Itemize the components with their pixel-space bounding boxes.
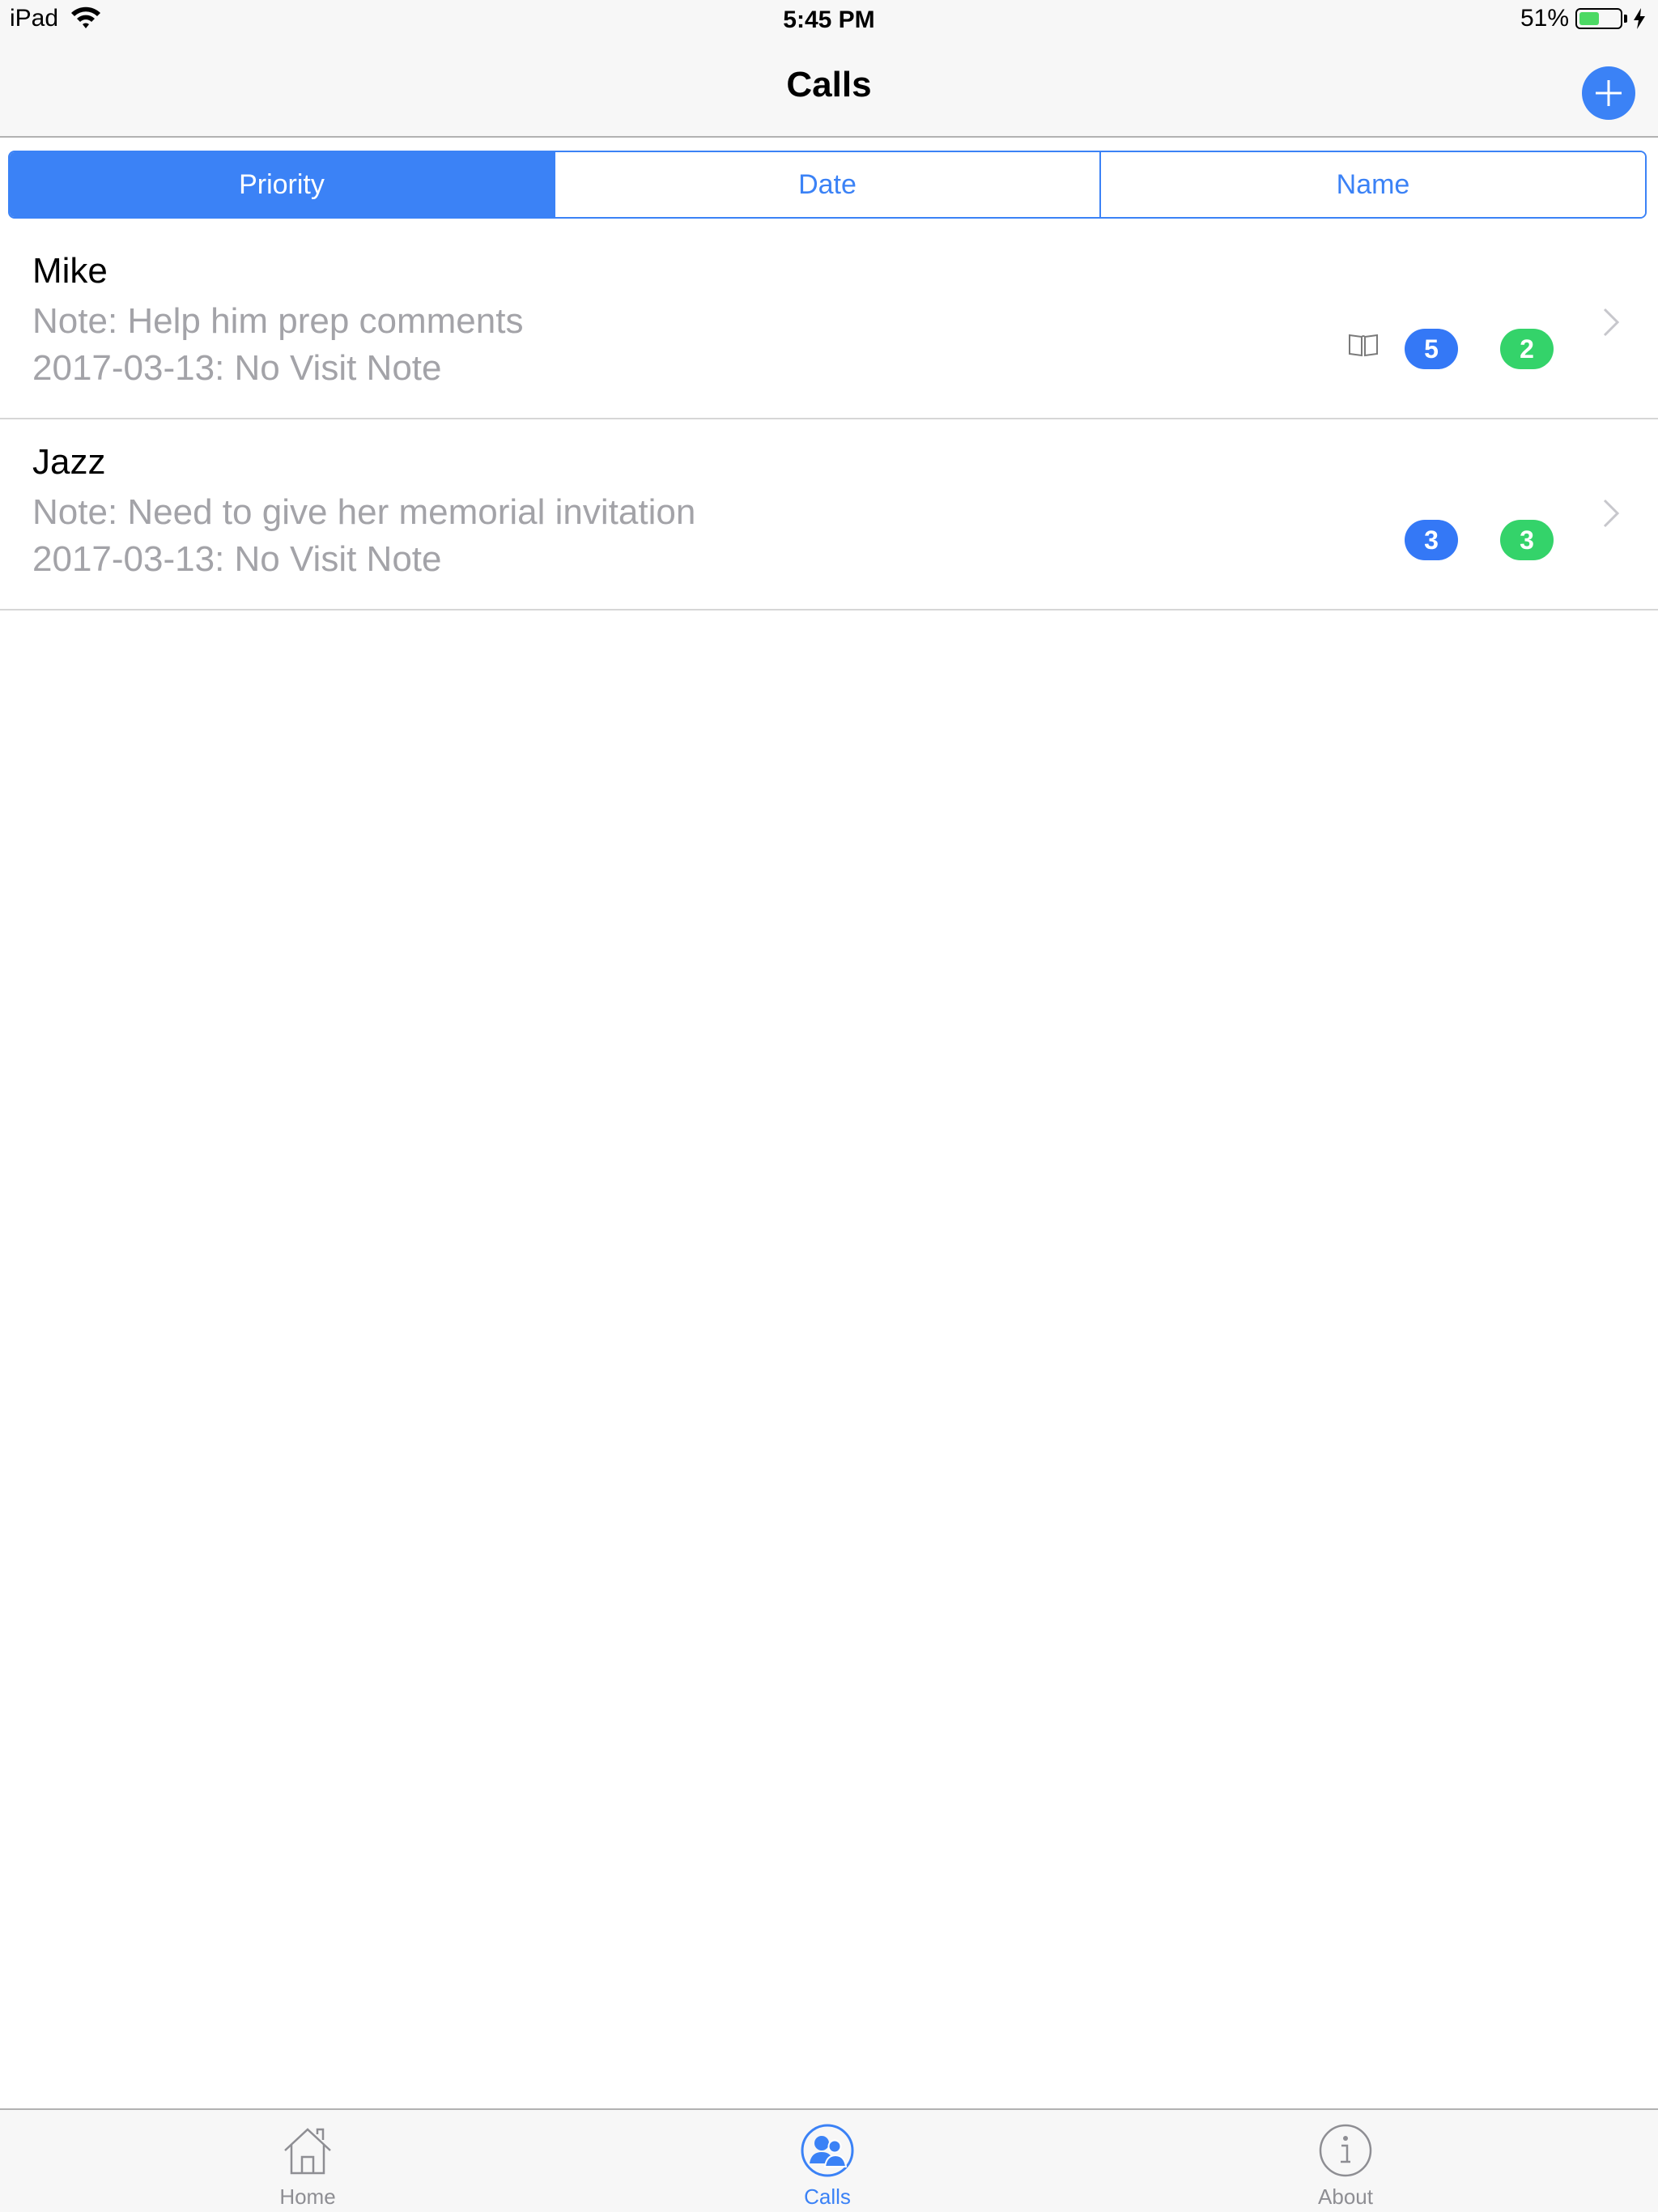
nav-bar: Calls	[0, 45, 1658, 138]
battery-percent: 51%	[1520, 5, 1569, 32]
add-call-button[interactable]	[1582, 66, 1635, 120]
tab-about[interactable]: About	[1265, 2110, 1426, 2212]
tab-home-label: Home	[279, 2184, 336, 2209]
chevron-right-icon	[1603, 308, 1620, 337]
call-name: Mike	[32, 251, 108, 291]
status-time: 5:45 PM	[783, 6, 875, 33]
status-right: 51%	[1520, 5, 1647, 32]
segment-name[interactable]: Name	[1101, 152, 1645, 217]
info-icon	[1319, 2124, 1372, 2177]
battery-tip	[1624, 15, 1627, 23]
call-last-visit: 2017-03-13: No Visit Note	[32, 348, 442, 388]
home-icon	[284, 2128, 331, 2175]
tab-calls[interactable]: Calls	[746, 2110, 908, 2212]
page-title: Calls	[786, 65, 872, 104]
call-note: Note: Help him prep comments	[32, 301, 524, 341]
tab-bar: Home Calls About	[0, 2108, 1658, 2212]
call-name: Jazz	[32, 442, 106, 482]
plus-icon	[1596, 80, 1622, 106]
book-icon	[1349, 334, 1378, 357]
call-row[interactable]: Mike Note: Help him prep comments 2017-0…	[0, 228, 1658, 419]
battery-icon	[1575, 8, 1622, 29]
segment-priority[interactable]: Priority	[10, 152, 555, 217]
call-note: Note: Need to give her memorial invitati…	[32, 492, 696, 532]
tab-home[interactable]: Home	[227, 2110, 389, 2212]
status-bar: iPad 5:45 PM 51%	[0, 0, 1658, 45]
green-count-badge: 2	[1500, 329, 1554, 369]
blue-count-badge: 3	[1405, 520, 1458, 560]
people-icon	[801, 2124, 854, 2177]
bolt-icon	[1634, 8, 1645, 29]
segment-date[interactable]: Date	[555, 152, 1101, 217]
blue-count-badge: 5	[1405, 329, 1458, 369]
call-last-visit: 2017-03-13: No Visit Note	[32, 539, 442, 579]
chevron-right-icon	[1603, 499, 1620, 528]
tab-calls-label: Calls	[804, 2184, 851, 2209]
battery-fill	[1579, 12, 1599, 25]
calls-list: Mike Note: Help him prep comments 2017-0…	[0, 228, 1658, 610]
screen: iPad 5:45 PM 51% Calls Priority Date Nam…	[0, 0, 1658, 2212]
call-row[interactable]: Jazz Note: Need to give her memorial inv…	[0, 419, 1658, 610]
tab-about-label: About	[1318, 2184, 1373, 2209]
green-count-badge: 3	[1500, 520, 1554, 560]
sort-segmented-control: Priority Date Name	[8, 151, 1647, 219]
